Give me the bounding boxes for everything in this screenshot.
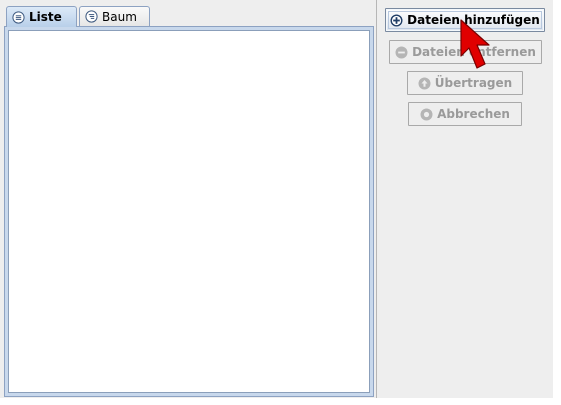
tab-liste-label: Liste [29,10,62,24]
file-list[interactable] [8,30,370,393]
tab-baum-label: Baum [102,9,137,24]
tree-icon [85,10,98,23]
stop-circle-icon [420,108,433,121]
tabbed-pane: Liste Baum [4,6,376,398]
tab-baum[interactable]: Baum [79,6,150,26]
file-upload-panel: Liste Baum Dateien hinzufügen Dateien en… [0,0,553,398]
transfer-button[interactable]: Übertragen [407,71,523,95]
plus-circle-icon [390,14,403,27]
minus-circle-icon [395,46,408,59]
tab-content-panel [4,26,374,397]
tab-liste[interactable]: Liste [6,6,77,27]
cancel-button[interactable]: Abbrechen [408,102,522,126]
cancel-label: Abbrechen [437,107,510,121]
transfer-label: Übertragen [434,76,513,90]
list-icon [12,10,25,24]
split-divider[interactable] [376,0,377,398]
mouse-cursor-icon [460,19,490,69]
arrow-up-circle-icon [418,77,431,90]
